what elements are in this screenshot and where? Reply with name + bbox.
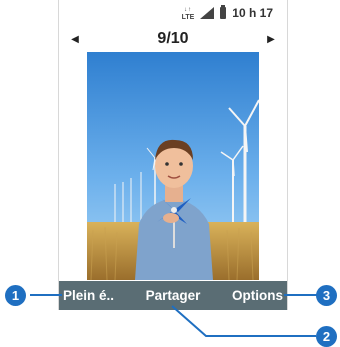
navigation-bar: ◀ 9/10 ▶ [59,28,287,50]
image-counter: 9/10 [157,30,189,47]
callout-badge-1: 1 [5,285,26,306]
previous-arrow-icon[interactable]: ◀ [69,34,81,45]
share-softkey[interactable]: Partager [146,288,201,303]
softkey-bar: Plein é.. Partager Options [59,281,287,310]
status-bar: ↓↑ LTE 10 h 17 [59,0,287,26]
signal-icon [200,7,215,19]
callout-badge-3: 3 [316,285,337,306]
battery-icon [220,5,227,19]
lte-icon: ↓↑ LTE [181,7,195,21]
callout-badge-2: 2 [316,326,337,347]
phone-screen: ↓↑ LTE 10 h 17 ◀ 9/10 ▶ Plein é.. Partag… [58,0,288,310]
clock: 10 h 17 [232,6,273,20]
photo [87,52,259,280]
next-arrow-icon[interactable]: ▶ [265,34,277,45]
fullscreen-softkey[interactable]: Plein é.. [63,288,114,303]
options-softkey[interactable]: Options [232,288,283,303]
